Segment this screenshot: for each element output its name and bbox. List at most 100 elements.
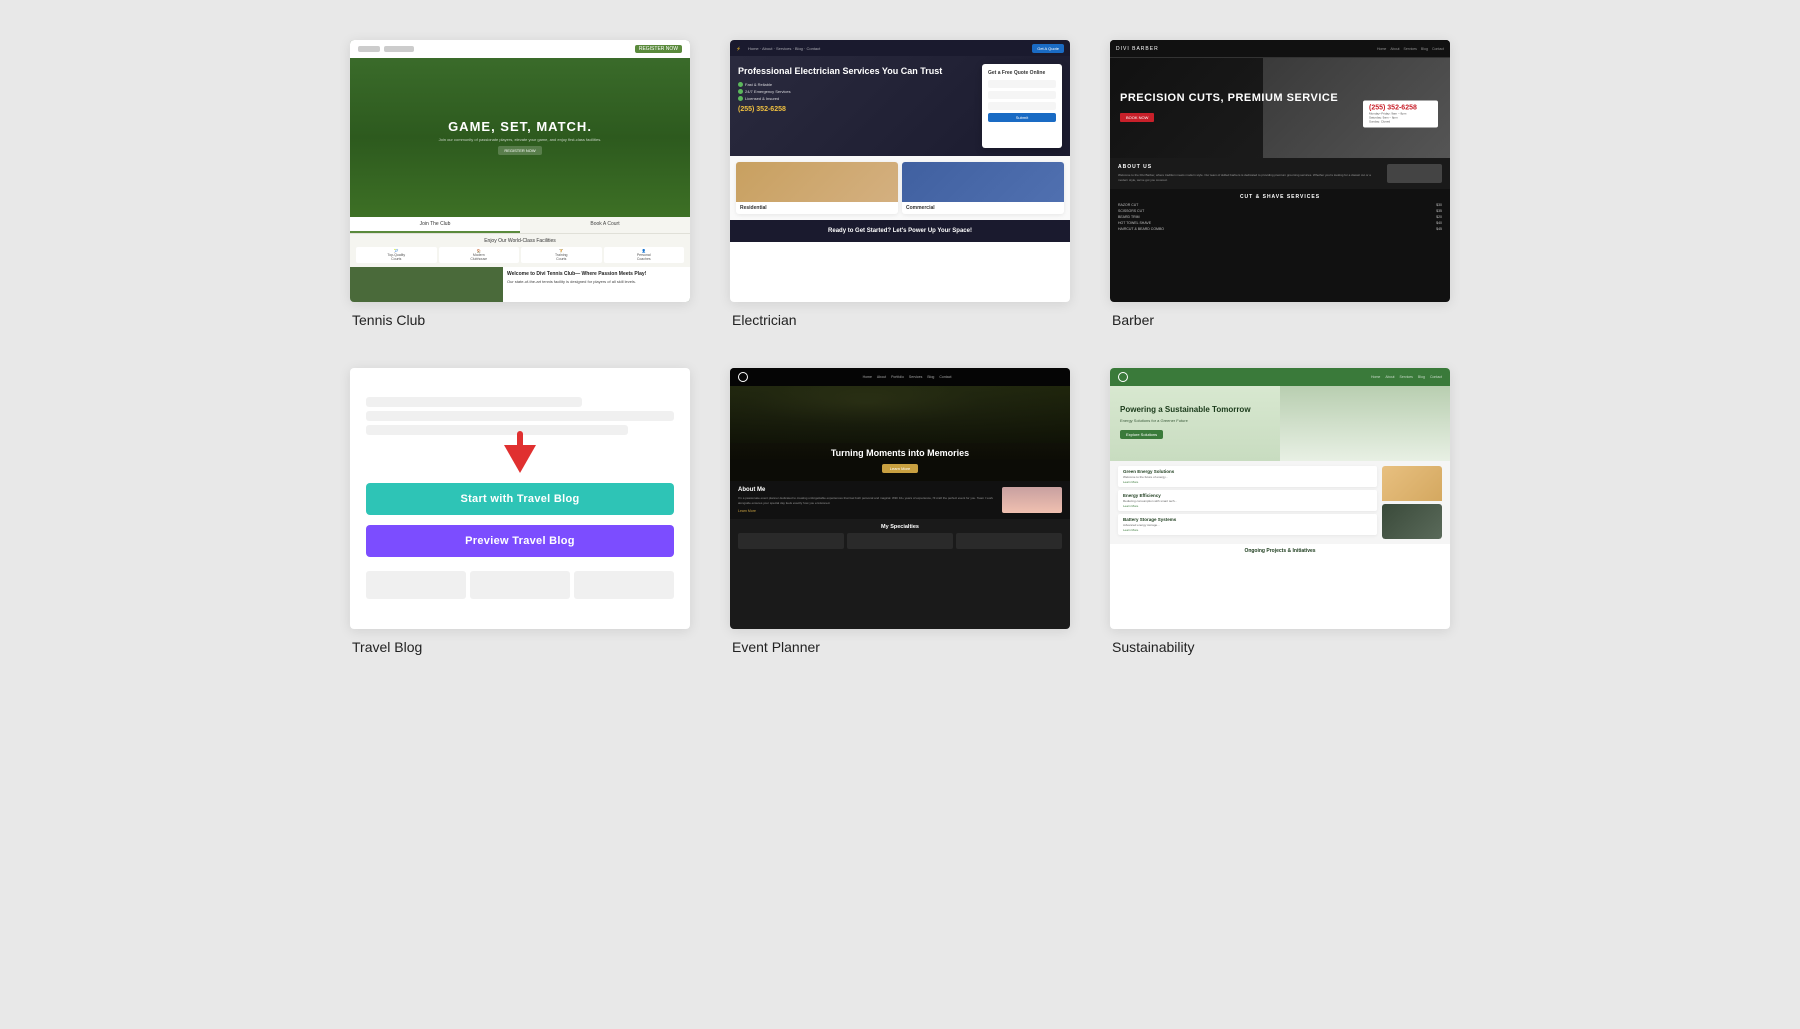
barber-hero: PRECISION CUTS, PREMIUM SERVICE BOOK NOW…	[1110, 58, 1450, 158]
event-about-image	[1002, 487, 1062, 513]
elec-feature-text-1: Fast & Reliable	[745, 82, 772, 87]
elec-form-input-2[interactable]	[988, 91, 1056, 99]
sustain-sol-green-desc: Welcome to the future of energy...	[1123, 475, 1372, 479]
event-spec-title: My Specialties	[738, 524, 1062, 530]
card-tennis-club[interactable]: REGISTER NOW GAME, SET, MATCH. Join our …	[350, 40, 690, 328]
event-about-link[interactable]: Learn More	[738, 509, 996, 513]
barber-services-title: CUT & SHAVE SERVICES	[1118, 194, 1442, 200]
sustain-hero-btn[interactable]: Explore Solutions	[1120, 430, 1163, 439]
barber-nav-services[interactable]: Services	[1404, 47, 1417, 51]
sustain-nav: Home About Services Blog Contact	[1110, 368, 1450, 386]
sustain-sol-battery-link[interactable]: Learn More	[1123, 528, 1372, 532]
sustain-nav-logo	[1118, 372, 1128, 382]
barber-nav-home[interactable]: Home	[1377, 47, 1386, 51]
tennis-tab-book[interactable]: Book A Court	[520, 217, 690, 233]
elec-cta-text: Ready to Get Started? Let's Power Up You…	[738, 228, 1062, 234]
sustain-nav-about[interactable]: About	[1385, 375, 1394, 379]
card-event-planner[interactable]: Home About Portfolio Services Blog Conta…	[730, 368, 1070, 656]
tennis-fac-item-3: 🏋️TrainingCourts	[521, 247, 602, 263]
elec-form-submit[interactable]: Submit	[988, 113, 1056, 122]
tennis-tab-join[interactable]: Join The Club	[350, 217, 520, 233]
barber-hero-text: PRECISION CUTS, PREMIUM SERVICE BOOK NOW	[1110, 82, 1348, 133]
tennis-bottom-title: Welcome to Divi Tennis Club— Where Passi…	[507, 271, 686, 277]
sustain-hero: Powering a Sustainable Tomorrow Energy S…	[1110, 386, 1450, 461]
barber-service-name-5: HAIRCUT & BEARD COMBO	[1118, 227, 1164, 231]
sustain-nav-items: Home About Services Blog Contact	[1371, 375, 1442, 379]
barber-hero-title: PRECISION CUTS, PREMIUM SERVICE	[1120, 92, 1338, 105]
event-nav-about[interactable]: About	[877, 375, 886, 379]
card-barber[interactable]: DIVI BARBER Home About Services Blog Con…	[1110, 40, 1450, 328]
barber-service-row-4: HOT TOWEL SHAVE $40	[1118, 221, 1442, 225]
tennis-tabs: Join The Club Book A Court	[350, 217, 690, 234]
elec-nav-links: Home · About · Services · Blog · Contact	[748, 46, 820, 51]
barber-service-row-5: HAIRCUT & BEARD COMBO $45	[1118, 227, 1442, 231]
sustain-sol-battery-desc: Advanced energy storage...	[1123, 523, 1372, 527]
barber-service-price-2: $35	[1436, 209, 1442, 213]
elec-form-input-1[interactable]	[988, 80, 1056, 88]
barber-nav-about[interactable]: About	[1390, 47, 1399, 51]
barber-hero-btn[interactable]: BOOK NOW	[1120, 113, 1154, 122]
event-nav-blog[interactable]: Blog	[927, 375, 934, 379]
sustain-sol-battery-title: Battery Storage Systems	[1123, 517, 1372, 522]
tennis-nav-cta[interactable]: REGISTER NOW	[635, 45, 682, 53]
sustain-projects-title: Ongoing Projects & Initiatives	[1118, 548, 1442, 554]
travel-arrow-icon	[504, 445, 536, 473]
sustain-nav-contact[interactable]: Contact	[1430, 375, 1442, 379]
sustain-sol-img-wind	[1382, 504, 1442, 539]
sustain-nav-services[interactable]: Services	[1400, 375, 1413, 379]
tennis-facilities: Enjoy Our World-Class Facilities 🎾Top-Qu…	[350, 234, 690, 267]
travel-start-button[interactable]: Start with Travel Blog	[366, 483, 674, 515]
sustain-sol-green-link[interactable]: Learn More	[1123, 480, 1372, 484]
card-sustainability[interactable]: Home About Services Blog Contact Powerin…	[1110, 368, 1450, 656]
event-nav-services[interactable]: Services	[909, 375, 922, 379]
barber-nav: DIVI BARBER Home About Services Blog Con…	[1110, 40, 1450, 58]
elec-features: Fast & Reliable 24/7 Emergency Services …	[738, 82, 966, 101]
travel-blur-row-2	[366, 411, 674, 421]
travel-preview-button[interactable]: Preview Travel Blog	[366, 525, 674, 557]
barber-service-name-2: SCISSORS CUT	[1118, 209, 1144, 213]
template-grid: REGISTER NOW GAME, SET, MATCH. Join our …	[350, 40, 1450, 655]
card-electrician-label: Electrician	[730, 312, 1070, 328]
barber-service-name-3: BEARD TRIM	[1118, 215, 1140, 219]
elec-feature-text-3: Licensed & Insured	[745, 96, 779, 101]
event-hero-title: Turning Moments into Memories	[738, 448, 1062, 460]
event-specialties: My Specialties	[730, 519, 1070, 554]
event-spec-item-2	[847, 533, 953, 549]
event-hero: Turning Moments into Memories Learn More	[730, 386, 1070, 481]
event-nav-portfolio[interactable]: Portfolio	[891, 375, 904, 379]
card-electrician[interactable]: ⚡ Home · About · Services · Blog · Conta…	[730, 40, 1070, 328]
event-nav-home[interactable]: Home	[863, 375, 872, 379]
card-travel-blog[interactable]: Start with Travel Blog Preview Travel Bl…	[350, 368, 690, 656]
card-travel-label: Travel Blog	[350, 639, 690, 655]
elec-hero: Professional Electrician Services You Ca…	[730, 56, 1070, 156]
event-nav-items: Home About Portfolio Services Blog Conta…	[863, 375, 952, 379]
event-nav-contact[interactable]: Contact	[939, 375, 951, 379]
tennis-hero-title: GAME, SET, MATCH.	[448, 119, 592, 134]
elec-service-label-residential: Residential	[736, 202, 898, 214]
tennis-nav: REGISTER NOW	[350, 40, 690, 58]
tennis-bottom: Welcome to Divi Tennis Club— Where Passi…	[350, 267, 690, 302]
sustain-sol-img-solar	[1382, 466, 1442, 501]
tennis-logo	[358, 46, 380, 52]
tennis-hero-btn[interactable]: REGISTER NOW	[498, 146, 541, 155]
elec-form-input-3[interactable]	[988, 102, 1056, 110]
barber-service-name-4: HOT TOWEL SHAVE	[1118, 221, 1151, 225]
sustain-sol-efficiency-link[interactable]: Learn More	[1123, 504, 1372, 508]
sustain-nav-home[interactable]: Home	[1371, 375, 1380, 379]
travel-blur-row-3	[366, 425, 628, 435]
travel-blur-box-1	[366, 571, 466, 599]
barber-nav-contact[interactable]: Contact	[1432, 47, 1444, 51]
travel-blur-bottom	[366, 571, 674, 599]
sustain-nav-blog[interactable]: Blog	[1418, 375, 1425, 379]
event-hero-btn[interactable]: Learn More	[882, 464, 918, 473]
barber-nav-blog[interactable]: Blog	[1421, 47, 1428, 51]
barber-services: CUT & SHAVE SERVICES RAZOR CUT $30 SCISS…	[1110, 189, 1450, 238]
event-nav-logo	[738, 372, 748, 382]
tennis-fac-item-4: 👤PersonalCoaches	[604, 247, 685, 263]
electrician-preview: ⚡ Home · About · Services · Blog · Conta…	[730, 40, 1070, 302]
elec-nav-btn[interactable]: Get A Quote	[1032, 44, 1064, 53]
sustain-sol-green-title: Green Energy Solutions	[1123, 469, 1372, 474]
sustain-sol-images	[1382, 466, 1442, 539]
sustain-hero-title: Powering a Sustainable Tomorrow	[1120, 405, 1251, 415]
barber-phone: (255) 352-6258	[1369, 105, 1432, 112]
